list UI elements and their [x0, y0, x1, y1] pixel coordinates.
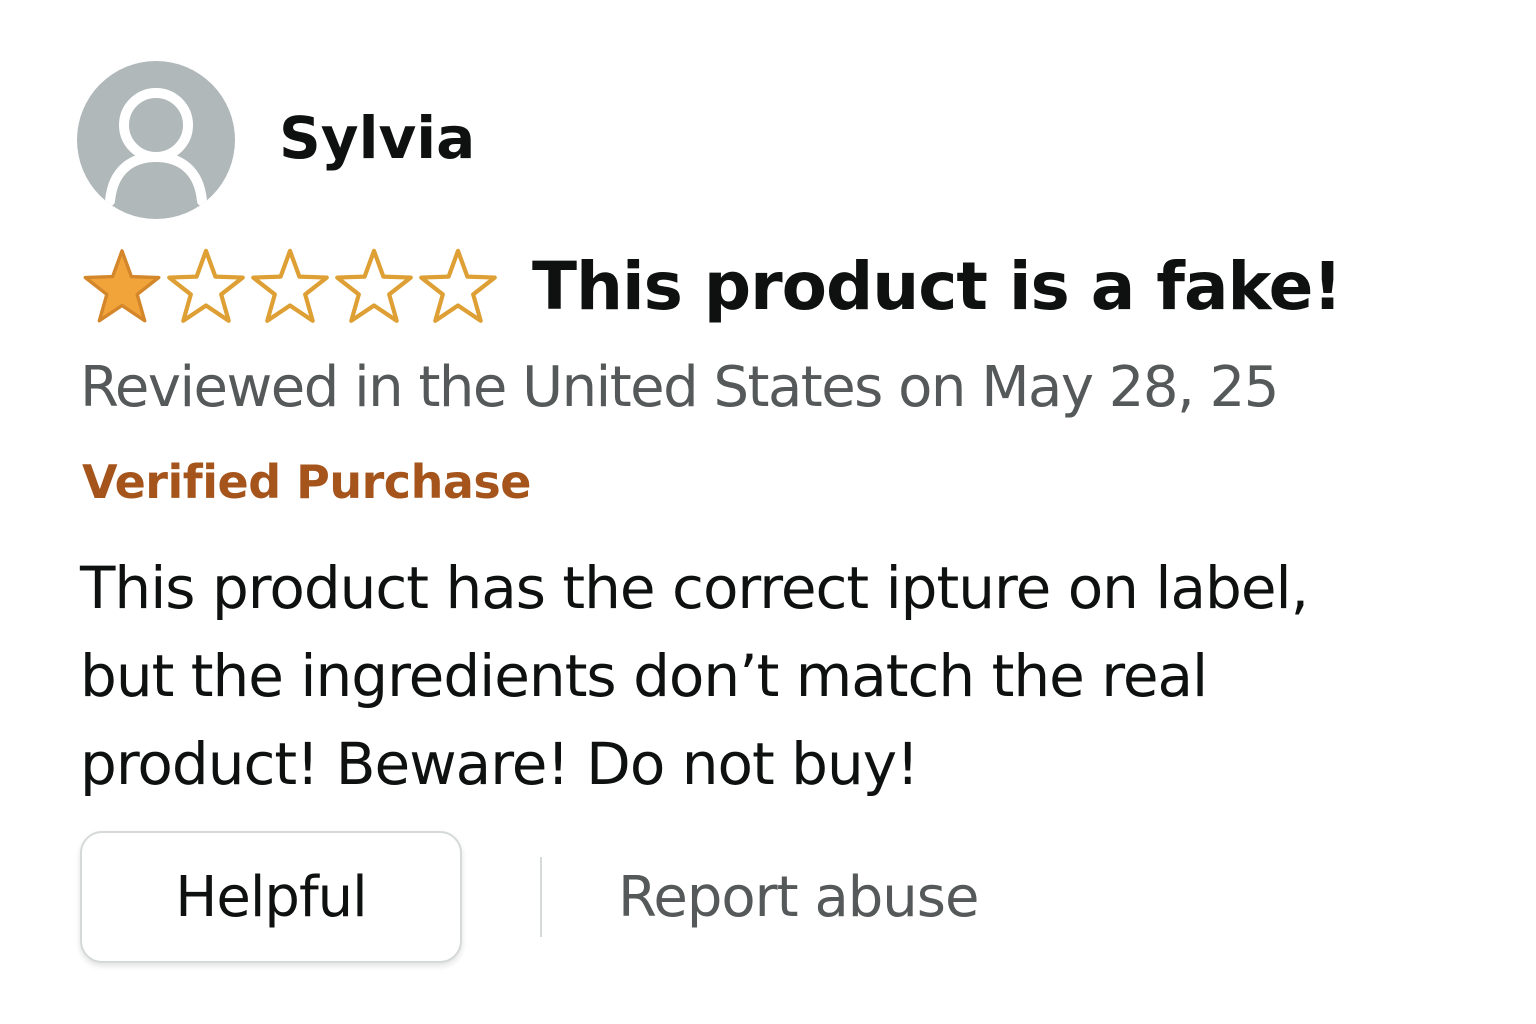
star-empty-icon — [251, 248, 329, 323]
review-date: Reviewed in the United States on May 28,… — [80, 355, 1279, 420]
review-body-line: but the ingredients don’t match the real — [80, 642, 1208, 710]
star-empty-icon — [167, 248, 245, 323]
review-actions: Helpful Report abuse — [80, 830, 979, 964]
star-rating[interactable] — [80, 245, 500, 329]
action-divider — [540, 857, 542, 937]
review-card: Sylvia This product is a fake! Reviewed … — [0, 0, 1536, 1024]
avatar[interactable] — [77, 61, 235, 219]
star-empty-icon — [419, 248, 497, 323]
review-title[interactable]: This product is a fake! — [532, 254, 1343, 320]
rating-row: This product is a fake! — [80, 242, 1343, 332]
star-filled-icon — [83, 249, 161, 323]
user-silhouette-icon — [105, 88, 207, 206]
reviewer-name[interactable]: Sylvia — [279, 109, 475, 167]
review-body: This product has the correct ipture on l… — [80, 544, 1480, 808]
report-abuse-link[interactable]: Report abuse — [618, 865, 979, 930]
helpful-button[interactable]: Helpful — [80, 831, 462, 963]
review-body-line: This product has the correct ipture on l… — [80, 554, 1309, 622]
reviewer-profile: Sylvia — [77, 60, 475, 220]
star-empty-icon — [335, 248, 413, 323]
review-body-line: product! Beware! Do not buy! — [80, 730, 919, 798]
verified-purchase-badge: Verified Purchase — [82, 455, 531, 509]
